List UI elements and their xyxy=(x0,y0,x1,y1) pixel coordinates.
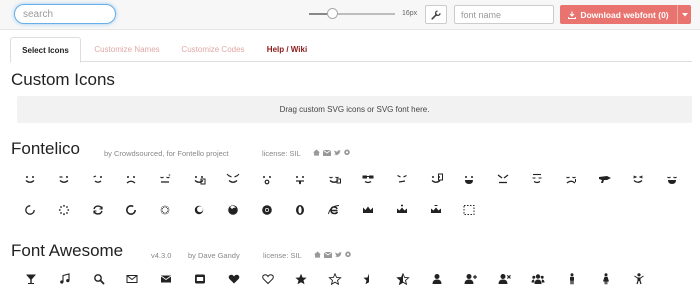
emo-wink-icon[interactable] xyxy=(57,173,71,185)
download-options-button[interactable] xyxy=(677,5,691,24)
spin2-icon[interactable] xyxy=(57,204,71,216)
emo-tongue-icon[interactable] xyxy=(293,173,307,185)
font-size-label: 16px xyxy=(402,10,418,17)
ie-icon[interactable] xyxy=(327,204,341,216)
emo-happy-icon[interactable] xyxy=(23,173,37,185)
download-icon xyxy=(568,11,577,19)
female-icon[interactable] xyxy=(599,273,613,285)
fontelico-license: license: SIL xyxy=(262,149,301,158)
tab-bar: Select Icons Customize Names Customize C… xyxy=(10,37,692,63)
emo-sunglasses-icon[interactable] xyxy=(361,173,375,185)
emo-grin-icon[interactable] xyxy=(462,173,476,185)
male-icon[interactable] xyxy=(565,273,579,285)
opera-icon[interactable] xyxy=(293,204,307,216)
download-label: Download webfont (0) xyxy=(580,9,669,20)
svg-dropzone[interactable]: Drag custom SVG icons or SVG font here. xyxy=(17,96,692,123)
emo-squint-icon[interactable] xyxy=(631,173,645,185)
custom-icons-title: Custom Icons xyxy=(11,70,115,89)
settings-button[interactable] xyxy=(425,5,447,24)
crown-plus-icon[interactable] xyxy=(395,204,409,216)
star-icon[interactable] xyxy=(294,273,308,285)
emo-laugh-icon[interactable] xyxy=(665,173,679,185)
fontawesome-author: by Dave Gandy xyxy=(188,251,240,260)
crown-minus-icon[interactable] xyxy=(429,204,443,216)
spin1-icon[interactable] xyxy=(23,204,37,216)
fontawesome-links xyxy=(314,251,351,258)
github-icon[interactable] xyxy=(345,251,351,258)
mail-squared-icon[interactable] xyxy=(193,273,207,285)
user-times-icon[interactable] xyxy=(497,273,512,285)
tab-help-wiki[interactable]: Help / Wiki xyxy=(260,37,314,62)
emo-wink2-icon[interactable] xyxy=(91,173,105,185)
fontelico-author: by Crowdsourced, for Fontello project xyxy=(104,149,229,158)
emo-displeased-icon[interactable] xyxy=(395,173,409,185)
emo-sleep-icon[interactable]: z xyxy=(158,173,172,185)
fontawesome-version: v4.3.0 xyxy=(151,251,172,260)
caret-down-icon xyxy=(681,12,688,16)
spin5-icon[interactable] xyxy=(158,204,172,216)
fontelico-title: Fontelico xyxy=(11,139,80,158)
emo-beer-icon[interactable] xyxy=(429,173,443,185)
emo-devil-icon[interactable] xyxy=(226,173,240,185)
spin3-icon[interactable] xyxy=(91,204,105,216)
twitter-icon[interactable] xyxy=(335,251,342,258)
chrome-icon[interactable] xyxy=(260,204,274,216)
mail-icon[interactable] xyxy=(323,149,331,156)
glass-icon[interactable] xyxy=(24,273,38,285)
tab-customize-names[interactable]: Customize Names xyxy=(92,37,162,62)
user-icon[interactable] xyxy=(430,273,444,285)
star-half-icon[interactable] xyxy=(362,273,376,285)
top-toolbar: 16px Download webfont (0) xyxy=(0,0,700,30)
users-icon[interactable] xyxy=(531,273,545,285)
heart-icon[interactable] xyxy=(227,273,241,285)
wrench-icon xyxy=(431,9,441,20)
fontawesome-title: Font Awesome xyxy=(11,241,124,260)
emo-angry-icon[interactable] xyxy=(496,173,510,185)
home-icon[interactable] xyxy=(313,149,320,156)
fontelico-links xyxy=(313,149,350,156)
emo-thumbsup-icon[interactable] xyxy=(192,173,206,185)
tab-customize-codes[interactable]: Customize Codes xyxy=(178,37,248,62)
font-name-input[interactable] xyxy=(454,5,554,24)
github-icon[interactable] xyxy=(344,149,350,156)
emo-unhappy-icon[interactable] xyxy=(124,173,138,185)
star-half-alt-icon[interactable] xyxy=(396,273,410,285)
spin4-icon[interactable] xyxy=(124,204,138,216)
firefox-icon[interactable] xyxy=(226,204,240,216)
download-webfont-button[interactable]: Download webfont (0) xyxy=(560,5,677,24)
child-icon[interactable] xyxy=(632,273,646,285)
mail-icon[interactable] xyxy=(125,273,139,285)
emo-surprised-icon[interactable] xyxy=(260,173,274,185)
twitter-icon[interactable] xyxy=(334,149,341,156)
user-plus-icon[interactable] xyxy=(463,273,478,285)
home-icon[interactable] xyxy=(314,251,321,258)
search-input[interactable] xyxy=(14,4,116,24)
tab-select-icons[interactable]: Select Icons xyxy=(10,37,81,63)
slider-handle[interactable] xyxy=(327,8,338,19)
search-icon[interactable] xyxy=(92,273,106,285)
fontawesome-license: license: SIL xyxy=(263,251,302,260)
heart-empty-icon[interactable] xyxy=(261,273,275,285)
font-size-slider[interactable] xyxy=(309,8,395,20)
music-icon[interactable] xyxy=(58,273,72,285)
marquee-icon[interactable] xyxy=(462,204,476,216)
crown-icon[interactable] xyxy=(361,204,375,216)
spin6-icon[interactable] xyxy=(192,204,206,216)
svg-text:z: z xyxy=(169,173,171,177)
star-empty-icon[interactable] xyxy=(328,273,342,285)
mail-alt-icon[interactable] xyxy=(159,273,173,285)
emo-saint-icon[interactable] xyxy=(530,173,544,185)
emo-shoot-icon[interactable] xyxy=(598,173,612,185)
mail-icon[interactable] xyxy=(324,251,332,258)
emo-cry-icon[interactable] xyxy=(564,173,578,185)
emo-coffee-icon[interactable] xyxy=(327,173,342,185)
